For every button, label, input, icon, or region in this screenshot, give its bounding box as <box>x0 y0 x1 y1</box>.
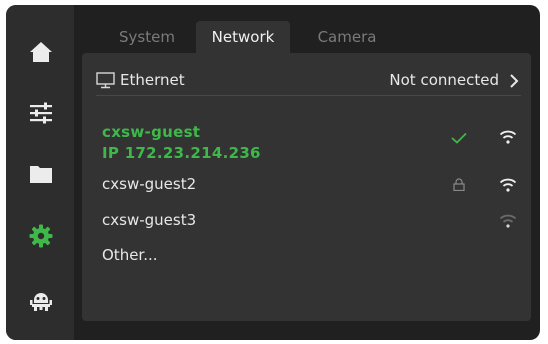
sidebar-item-home[interactable] <box>28 39 54 65</box>
other-network-label: Other... <box>102 246 158 264</box>
tab-camera[interactable]: Camera <box>306 21 388 53</box>
other-network-row[interactable]: Other... <box>96 242 521 270</box>
lock-icon <box>453 178 465 191</box>
monitor-icon <box>96 72 115 89</box>
ethernet-row[interactable]: Ethernet Not connected <box>96 65 521 96</box>
sidebar-item-files[interactable] <box>28 161 54 187</box>
ethernet-status: Not connected <box>389 71 499 89</box>
network-name: cxsw-guest3 <box>102 211 197 229</box>
ip-address: IP 172.23.214.236 <box>102 144 261 162</box>
sidebar-item-settings[interactable] <box>28 223 54 249</box>
network-panel: Ethernet Not connected cxsw-guest IP 172… <box>82 53 531 321</box>
wifi-row-cxsw-guest3[interactable]: cxsw-guest3 <box>96 207 521 235</box>
network-name: cxsw-guest <box>102 123 201 141</box>
wifi-strong-icon <box>499 130 517 144</box>
ethernet-label: Ethernet <box>120 71 185 89</box>
gear-icon <box>29 224 53 248</box>
sidebar-item-robot[interactable] <box>28 287 54 313</box>
wifi-weak-icon <box>499 214 517 228</box>
tab-system[interactable]: System <box>108 21 186 53</box>
sidebar-item-sliders[interactable] <box>28 100 54 126</box>
wifi-strong-icon <box>499 178 517 192</box>
folder-icon <box>30 166 52 183</box>
home-icon <box>30 42 52 62</box>
sidebar <box>6 5 74 340</box>
screen-frame: System Network Camera Ethernet Not conne… <box>6 5 540 340</box>
sliders-icon <box>30 102 52 124</box>
chevron-right-icon <box>510 74 519 88</box>
network-name: cxsw-guest2 <box>102 175 197 193</box>
check-icon <box>451 132 467 144</box>
wifi-row-cxsw-guest[interactable]: cxsw-guest IP 172.23.214.236 <box>96 113 521 162</box>
wifi-row-cxsw-guest2[interactable]: cxsw-guest2 <box>96 171 521 199</box>
tab-network[interactable]: Network <box>196 21 290 53</box>
robot-icon <box>30 293 52 311</box>
